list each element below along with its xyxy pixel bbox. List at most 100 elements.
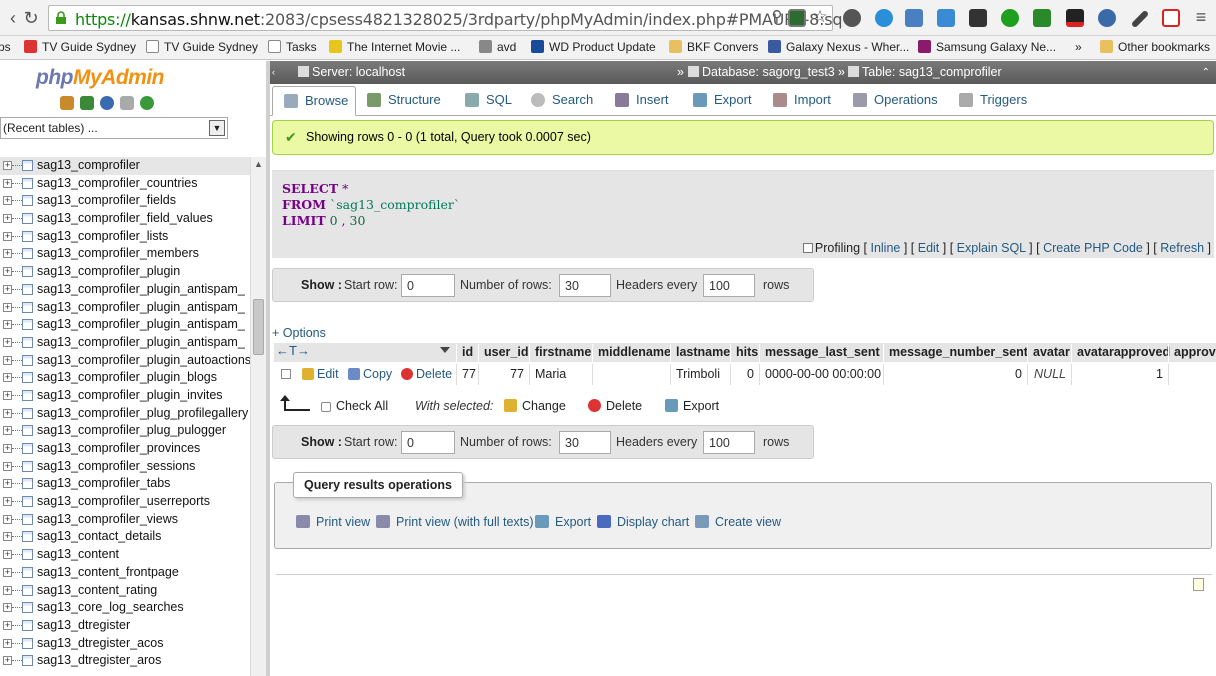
tree-table-item[interactable]: + sag13_comprofiler_plug_profilegallery [0, 405, 250, 423]
breadcrumb-database[interactable]: Database: sagorg_test3 [688, 61, 835, 84]
bookmarks-overflow-button[interactable]: » [1075, 40, 1082, 54]
delete-row-button[interactable]: Delete [401, 367, 452, 381]
table-icon[interactable] [22, 195, 33, 207]
expand-icon[interactable]: + [3, 567, 12, 577]
expand-icon[interactable]: + [3, 320, 12, 330]
tree-table-item[interactable]: + sag13_comprofiler_plugin_autoactions [0, 352, 251, 370]
tree-table-item[interactable]: + sag13_content [0, 546, 250, 564]
table-icon[interactable] [22, 160, 33, 171]
table-icon[interactable] [22, 213, 33, 225]
print-view-full-link[interactable]: Print view (with full texts) [376, 515, 534, 529]
column-header[interactable]: message_number_sent [883, 344, 1028, 362]
expand-icon[interactable]: + [3, 161, 12, 170]
bookmark-item[interactable]: TV Guide Sydney [146, 40, 258, 54]
tree-table-item[interactable]: + sag13_comprofiler_plugin_invites [0, 387, 250, 405]
wp-extension-icon[interactable] [1066, 9, 1084, 27]
breadcrumb-table[interactable]: Table: sag13_comprofiler [848, 61, 1002, 84]
home-icon[interactable] [60, 96, 74, 110]
tab-operations[interactable]: Operations [842, 86, 938, 116]
table-icon[interactable] [22, 283, 33, 295]
expand-icon[interactable]: + [3, 603, 12, 613]
reload-nav-icon[interactable] [140, 96, 154, 110]
explain-sql-link[interactable]: Explain SQL [957, 241, 1026, 255]
create-view-link[interactable]: Create view [695, 515, 781, 529]
tree-table-item[interactable]: + sag13_comprofiler_plugin_antispam_ [0, 334, 250, 352]
search-icon[interactable]: ⚲ [766, 6, 788, 28]
tree-table-item[interactable]: + sag13_dtregister_aros [0, 652, 250, 670]
cell-user-id[interactable]: 77 [478, 364, 529, 385]
tree-table-name[interactable]: sag13_dtregister [37, 617, 130, 634]
edit-link[interactable]: Edit [918, 241, 940, 255]
expand-icon[interactable]: + [3, 532, 12, 542]
other-bookmarks[interactable]: Other bookmarks [1100, 40, 1210, 54]
expand-icon[interactable]: + [3, 408, 12, 418]
expand-icon[interactable]: + [3, 461, 12, 471]
cell-avatar[interactable]: NULL [1027, 364, 1071, 385]
tree-table-name[interactable]: sag13_comprofiler_plugin_antispam_ [37, 299, 245, 316]
phpmyadmin-logo[interactable]: phpMyAdmin [36, 66, 164, 90]
tree-table-item[interactable]: + sag13_comprofiler_sessions [0, 458, 250, 476]
expand-icon[interactable]: + [3, 373, 12, 383]
pen-extension-icon[interactable] [1130, 9, 1150, 29]
inline-link[interactable]: Inline [870, 241, 900, 255]
column-header[interactable]: hits [730, 344, 758, 362]
profiling-checkbox[interactable] [802, 243, 813, 253]
tree-table-name[interactable]: sag13_comprofiler_plugin_invites [37, 387, 223, 404]
tree-table-item[interactable]: + sag13_comprofiler_plugin_antispam_ [0, 281, 250, 299]
tree-table-item[interactable]: + sag13_dtregister_acos [0, 635, 250, 653]
table-icon[interactable] [22, 566, 33, 578]
expand-icon[interactable]: + [3, 444, 12, 453]
table-icon[interactable] [22, 478, 33, 490]
collapse-top-icon[interactable]: ⌃ [1202, 61, 1210, 84]
tree-table-name[interactable]: sag13_comprofiler_plugin_blogs [37, 369, 217, 386]
tree-table-name[interactable]: sag13_comprofiler_plugin_antispam_ [37, 316, 245, 333]
star-icon[interactable]: ☆ [809, 6, 831, 28]
table-icon[interactable] [22, 177, 33, 189]
cell-hits[interactable]: 0 [730, 364, 759, 385]
column-header[interactable]: user_id [478, 344, 528, 362]
expand-icon[interactable]: + [3, 514, 12, 524]
table-icon[interactable] [22, 425, 33, 437]
expand-icon[interactable]: + [3, 620, 12, 630]
tree-table-name[interactable]: sag13_comprofiler_tabs [37, 475, 170, 492]
cell-message-last-sent[interactable]: 0000-00-00 00:00:00 [759, 364, 883, 385]
docs-icon[interactable] [120, 96, 134, 110]
cell-avatarapproved[interactable]: 1 [1071, 364, 1168, 385]
cell-approved[interactable] [1168, 364, 1216, 385]
tree-table-item[interactable]: + sag13_comprofiler_plugin_antispam_ [0, 316, 250, 334]
column-header[interactable]: id [456, 344, 473, 362]
tree-table-item[interactable]: + sag13_comprofiler_countries [0, 175, 250, 193]
breadcrumb-server[interactable]: Server: localhost [298, 61, 405, 84]
expand-icon[interactable]: + [3, 497, 12, 507]
menu-icon[interactable]: ≡ [1190, 6, 1212, 28]
table-icon[interactable] [22, 266, 33, 278]
scroll-up-icon[interactable]: ▲ [254, 159, 263, 169]
cell-message-number-sent[interactable]: 0 [883, 364, 1027, 385]
chat-extension-icon[interactable] [1001, 9, 1019, 27]
expand-icon[interactable]: + [3, 426, 12, 436]
sort-dropdown-icon[interactable] [440, 347, 450, 353]
headers-every-input[interactable] [703, 431, 755, 454]
print-view-link[interactable]: Print view [296, 515, 370, 529]
tab-triggers[interactable]: Triggers [948, 86, 1027, 116]
tree-table-name[interactable]: sag13_dtregister_aros [37, 652, 161, 669]
tree-table-name[interactable]: sag13_comprofiler_plugin_antispam_ [37, 281, 245, 298]
tab-search[interactable]: Search [520, 86, 593, 116]
expand-icon[interactable]: + [3, 249, 12, 259]
table-icon[interactable] [22, 354, 33, 366]
tree-table-item[interactable]: + sag13_comprofiler_field_values [0, 210, 250, 228]
tree-table-name[interactable]: sag13_content_frontpage [37, 564, 179, 581]
table-icon[interactable] [22, 443, 33, 454]
refresh-link[interactable]: Refresh [1160, 241, 1204, 255]
tab-structure[interactable]: Structure [356, 86, 441, 116]
options-link[interactable]: + Options [272, 326, 326, 340]
table-icon[interactable] [22, 230, 33, 242]
table-icon[interactable] [22, 389, 33, 401]
expand-icon[interactable]: + [3, 550, 12, 560]
create-php-code-link[interactable]: Create PHP Code [1043, 241, 1143, 255]
check-all-option[interactable]: Check All [321, 399, 388, 413]
copy-row-button[interactable]: Copy [348, 367, 392, 381]
tree-table-name[interactable]: sag13_comprofiler [37, 157, 140, 174]
tree-table-item[interactable]: + sag13_comprofiler_plugin_blogs [0, 369, 250, 387]
column-header[interactable]: firstname [529, 344, 591, 362]
